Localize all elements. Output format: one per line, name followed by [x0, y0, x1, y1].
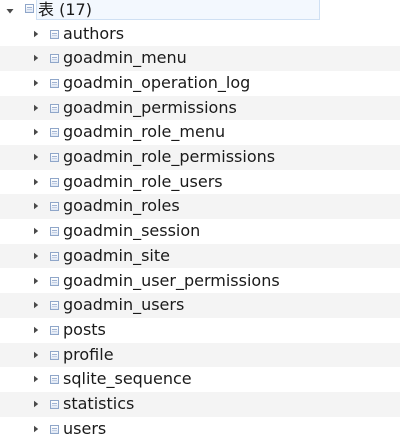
tree-item-table[interactable]: goadmin_role_users [0, 170, 400, 195]
expand-arrow-right-icon[interactable] [31, 152, 41, 162]
tree-item-table[interactable]: users [0, 417, 400, 440]
expand-arrow-right-icon[interactable] [31, 53, 41, 63]
table-name-label: goadmin_permissions [63, 97, 237, 117]
table-icon [50, 375, 59, 385]
table-name-label: goadmin_roles [63, 196, 180, 216]
expand-arrow-right-icon[interactable] [31, 300, 41, 310]
table-icon [50, 29, 59, 39]
table-icon [50, 54, 59, 64]
table-icon [50, 400, 59, 409]
expand-arrow-right-icon[interactable] [31, 424, 41, 434]
table-name-label: authors [63, 23, 125, 43]
expand-arrow-down-icon[interactable] [5, 6, 15, 16]
tree-item-table[interactable]: goadmin_user_permissions [0, 269, 400, 294]
table-icon [50, 227, 59, 237]
expand-arrow-right-icon[interactable] [31, 127, 41, 137]
table-icon [50, 128, 59, 138]
tree-item-table[interactable]: goadmin_permissions [0, 95, 400, 121]
expand-arrow-right-icon[interactable] [31, 350, 41, 360]
tree-item-table[interactable]: goadmin_menu [0, 46, 400, 71]
expand-arrow-right-icon[interactable] [31, 177, 41, 187]
expand-arrow-right-icon[interactable] [31, 201, 41, 211]
tree-item-table[interactable]: posts [0, 318, 400, 343]
tree-item-table[interactable]: profile [0, 342, 400, 368]
table-name-label: goadmin_role_users [63, 171, 223, 191]
tree-item-table[interactable]: goadmin_role_menu [0, 120, 400, 145]
database-tree: 表 (17) authors goadmin_menu goadmin_operat… [0, 0, 400, 440]
expand-arrow-right-icon[interactable] [31, 251, 41, 261]
tree-item-table[interactable]: authors [0, 22, 400, 47]
table-icon [50, 103, 59, 113]
table-name-label: goadmin_role_permissions [63, 147, 276, 166]
expand-arrow-right-icon[interactable] [31, 399, 41, 409]
expand-arrow-right-icon[interactable] [31, 276, 41, 286]
table-icon [50, 251, 59, 261]
table-name-label: goadmin_site [63, 245, 170, 265]
table-name-label: goadmin_role_menu [63, 122, 226, 142]
tree-item-table[interactable]: goadmin_users [0, 293, 400, 318]
table-icon [50, 350, 59, 360]
table-name-label: goadmin_menu [63, 48, 187, 68]
table-folder-icon [25, 4, 34, 13]
table-icon [50, 325, 59, 335]
table-icon [50, 424, 59, 434]
tree-item-table[interactable]: goadmin_roles [0, 194, 400, 220]
table-name-label: posts [63, 319, 106, 339]
table-icon [50, 276, 59, 286]
expand-arrow-right-icon[interactable] [31, 103, 41, 113]
expand-arrow-right-icon[interactable] [31, 78, 41, 88]
expand-arrow-right-icon[interactable] [31, 226, 41, 236]
table-name-label: users [63, 418, 107, 438]
table-icon [50, 153, 59, 162]
expand-arrow-right-icon[interactable] [31, 374, 41, 384]
tree-item-table[interactable]: goadmin_site [0, 243, 400, 269]
tree-item-table[interactable]: statistics [0, 392, 400, 417]
table-icon [50, 177, 59, 187]
tree-item-table[interactable]: sqlite_sequence [0, 367, 400, 392]
table-name-label: goadmin_users [63, 295, 185, 315]
table-name-label: profile [63, 344, 114, 364]
expand-arrow-right-icon[interactable] [31, 29, 41, 39]
table-icon [50, 301, 59, 311]
table-name-label: statistics [63, 394, 135, 413]
tree-item-table[interactable]: goadmin_session [0, 219, 400, 244]
table-name-label: goadmin_session [63, 221, 201, 241]
table-name-label: sqlite_sequence [63, 369, 192, 389]
table-name-label: goadmin_user_permissions [63, 270, 280, 290]
table-icon [50, 202, 59, 212]
table-icon [50, 78, 59, 88]
tree-item-table[interactable]: goadmin_operation_log [0, 71, 400, 96]
tree-item-table[interactable]: goadmin_role_permissions [0, 145, 400, 170]
expand-arrow-right-icon[interactable] [31, 325, 41, 335]
table-name-label: goadmin_operation_log [63, 72, 251, 92]
tree-root-label: 表 (17) [38, 0, 92, 19]
